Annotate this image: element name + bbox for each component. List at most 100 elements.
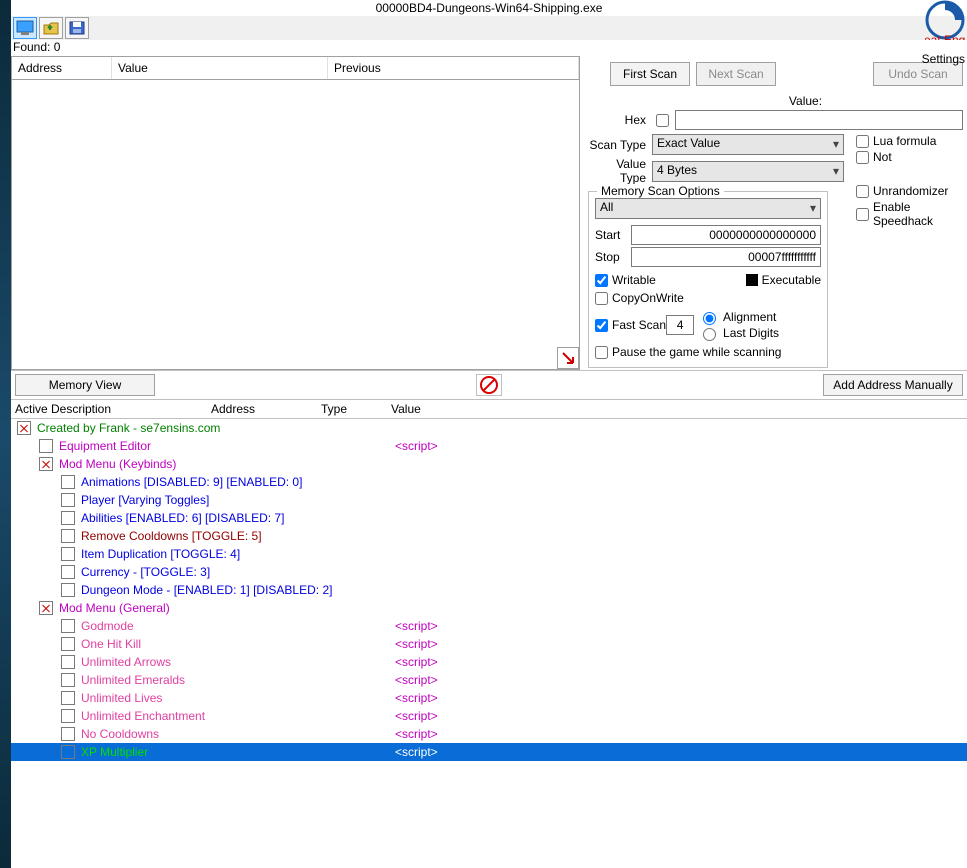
active-checkbox[interactable] [61, 655, 75, 669]
active-checkbox[interactable] [61, 583, 75, 597]
row-description: Mod Menu (Keybinds) [59, 457, 176, 471]
active-checkbox[interactable] [61, 691, 75, 705]
fastscan-input[interactable] [666, 315, 694, 335]
settings-link[interactable]: Settings [922, 52, 965, 66]
col-value2[interactable]: Value [391, 402, 967, 416]
active-checkbox[interactable] [61, 745, 75, 759]
address-row[interactable]: One Hit Kill<script> [11, 635, 967, 653]
row-value: <script> [395, 745, 438, 759]
col-address2[interactable]: Address [211, 402, 321, 416]
col-address[interactable]: Address [12, 57, 112, 79]
writable-checkbox[interactable] [595, 274, 608, 287]
active-checkbox[interactable] [39, 457, 53, 471]
row-description: Abilities [ENABLED: 6] [DISABLED: 7] [81, 511, 284, 525]
active-checkbox[interactable] [61, 511, 75, 525]
row-description: Dungeon Mode - [ENABLED: 1] [DISABLED: 2… [81, 583, 332, 597]
row-description: Unlimited Enchantment [81, 709, 205, 723]
row-description: Unlimited Arrows [81, 655, 171, 669]
results-list[interactable] [11, 80, 580, 370]
start-input[interactable] [631, 225, 821, 245]
address-row[interactable]: Unlimited Arrows<script> [11, 653, 967, 671]
hex-label: Hex [588, 113, 652, 127]
lua-formula-label: Lua formula [873, 134, 936, 148]
row-description: Unlimited Emeralds [81, 673, 185, 687]
not-checkbox[interactable] [856, 151, 869, 164]
address-row[interactable]: Dungeon Mode - [ENABLED: 1] [DISABLED: 2… [11, 581, 967, 599]
row-description: Created by Frank - se7ensins.com [37, 421, 220, 435]
address-row[interactable]: Unlimited Lives<script> [11, 689, 967, 707]
row-description: No Cooldowns [81, 727, 159, 741]
stop-label: Stop [595, 250, 631, 264]
executable-checkbox[interactable] [746, 274, 758, 286]
scan-type-select[interactable]: Exact Value [652, 134, 844, 155]
save-button[interactable] [65, 17, 89, 39]
col-active[interactable]: Active [11, 402, 51, 416]
address-row[interactable]: Animations [DISABLED: 9] [ENABLED: 0] [11, 473, 967, 491]
address-row[interactable]: Currency - [TOGGLE: 3] [11, 563, 967, 581]
process-list-button[interactable] [13, 17, 37, 39]
not-label: Not [873, 150, 892, 164]
active-checkbox[interactable] [61, 637, 75, 651]
active-checkbox[interactable] [17, 421, 31, 435]
stop-input[interactable] [631, 247, 821, 267]
address-row[interactable]: Created by Frank - se7ensins.com [11, 419, 967, 437]
hex-checkbox[interactable] [656, 114, 669, 127]
row-value: <script> [395, 709, 438, 723]
app-logo-icon: Cheat Engine [925, 0, 965, 40]
active-checkbox[interactable] [39, 439, 53, 453]
active-checkbox[interactable] [61, 529, 75, 543]
address-row[interactable]: Item Duplication [TOGGLE: 4] [11, 545, 967, 563]
memory-scan-options-group: Memory Scan Options All Start Stop Writa… [588, 191, 828, 368]
active-checkbox[interactable] [61, 619, 75, 633]
address-row[interactable]: No Cooldowns<script> [11, 725, 967, 743]
active-checkbox[interactable] [61, 727, 75, 741]
address-row[interactable]: Mod Menu (General) [11, 599, 967, 617]
col-type[interactable]: Type [321, 402, 391, 416]
active-checkbox[interactable] [61, 673, 75, 687]
memory-view-button[interactable]: Memory View [15, 374, 155, 396]
col-value[interactable]: Value [112, 57, 328, 79]
address-row[interactable]: Equipment Editor<script> [11, 437, 967, 455]
address-list[interactable]: Created by Frank - se7ensins.com Equipmen… [11, 419, 967, 839]
alignment-radio[interactable] [703, 312, 716, 325]
speedhack-checkbox[interactable] [856, 208, 869, 221]
no-entry-icon[interactable] [476, 374, 502, 396]
unrandomizer-checkbox[interactable] [856, 185, 869, 198]
value-label: Value: [648, 94, 963, 108]
fastscan-checkbox[interactable] [595, 319, 608, 332]
active-checkbox[interactable] [61, 547, 75, 561]
row-description: One Hit Kill [81, 637, 141, 651]
add-address-manually-button[interactable]: Add Address Manually [823, 374, 963, 396]
active-checkbox[interactable] [61, 475, 75, 489]
value-input[interactable] [675, 110, 963, 130]
mem-region-select[interactable]: All [595, 198, 821, 219]
address-row[interactable]: Player [Varying Toggles] [11, 491, 967, 509]
pause-checkbox[interactable] [595, 346, 608, 359]
row-description: Equipment Editor [59, 439, 151, 453]
active-checkbox[interactable] [61, 565, 75, 579]
lastdigits-radio[interactable] [703, 328, 716, 341]
address-row[interactable]: Abilities [ENABLED: 6] [DISABLED: 7] [11, 509, 967, 527]
scan-type-label: Scan Type [588, 138, 652, 152]
address-row[interactable]: Remove Cooldowns [TOGGLE: 5] [11, 527, 967, 545]
active-checkbox[interactable] [61, 493, 75, 507]
lua-formula-checkbox[interactable] [856, 135, 869, 148]
address-row[interactable]: Godmode<script> [11, 617, 967, 635]
row-description: XP Multiplier [81, 745, 148, 759]
first-scan-button[interactable]: First Scan [610, 62, 690, 86]
copyonwrite-checkbox[interactable] [595, 292, 608, 305]
col-previous[interactable]: Previous [328, 57, 579, 79]
address-row[interactable]: XP Multiplier <script> [11, 743, 967, 761]
address-row[interactable]: Unlimited Enchantment <script> [11, 707, 967, 725]
col-description[interactable]: Description [51, 402, 211, 416]
pause-label: Pause the game while scanning [612, 345, 781, 359]
results-header: Address Value Previous [11, 56, 580, 80]
address-row[interactable]: Mod Menu (Keybinds) [11, 455, 967, 473]
open-file-button[interactable] [39, 17, 63, 39]
active-checkbox[interactable] [39, 601, 53, 615]
add-to-addresslist-button[interactable] [557, 347, 579, 369]
value-type-select[interactable]: 4 Bytes [652, 161, 844, 182]
active-checkbox[interactable] [61, 709, 75, 723]
address-row[interactable]: Unlimited Emeralds<script> [11, 671, 967, 689]
found-count: Found: 0 [11, 40, 967, 56]
